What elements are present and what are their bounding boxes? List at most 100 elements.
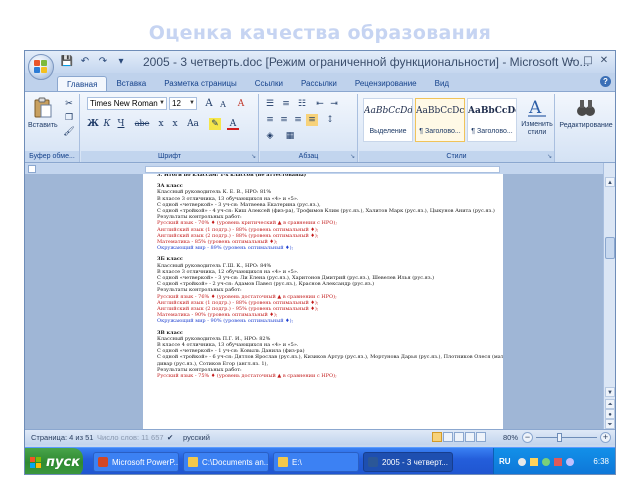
zoom-slider[interactable]: [536, 437, 597, 438]
tab-home[interactable]: Главная: [57, 76, 108, 91]
zoom-out-icon[interactable]: −: [522, 432, 533, 443]
browse-object-icon[interactable]: ●: [605, 409, 615, 419]
styles-group: AaBbCcDd Выделение AaBbCcDc ¶ Заголово..…: [359, 94, 555, 162]
tab-view[interactable]: Вид: [426, 76, 458, 91]
bullets-icon[interactable]: ☰: [264, 98, 276, 110]
taskbar-item-powerpoint[interactable]: Microsoft PowerP...: [93, 452, 179, 472]
taskbar-item-documents-folder[interactable]: C:\Documents an...: [183, 452, 269, 472]
dialog-launcher-icon[interactable]: ↘: [251, 153, 256, 160]
increase-indent-icon[interactable]: ⇥: [328, 98, 340, 110]
horizontal-ruler[interactable]: [145, 166, 500, 173]
speaker-icon[interactable]: [530, 458, 538, 466]
close-button[interactable]: ✕: [597, 54, 611, 68]
bold-button[interactable]: Ж: [87, 118, 99, 130]
customize-qat-icon[interactable]: ▾: [113, 54, 129, 70]
outline-view-icon[interactable]: [465, 432, 475, 442]
office-button[interactable]: [28, 54, 54, 80]
taskbar-item-drive-e[interactable]: E:\: [273, 452, 359, 472]
tab-page-layout[interactable]: Разметка страницы: [155, 76, 246, 91]
vertical-scrollbar[interactable]: ▲ ▼ ⏶ ● ⏷: [603, 163, 615, 429]
tray-app-icon[interactable]: [566, 458, 574, 466]
font-color-button[interactable]: A: [227, 118, 239, 130]
tab-selector[interactable]: [28, 165, 36, 173]
next-page-icon[interactable]: ⏷: [605, 419, 615, 429]
format-painter-icon[interactable]: 🖌: [63, 126, 75, 138]
styles-group-label: Стили: [359, 151, 554, 162]
folder-icon: [278, 457, 288, 467]
tab-review[interactable]: Рецензирование: [346, 76, 426, 91]
minimize-button[interactable]: –: [565, 54, 579, 68]
document-page[interactable]: 3. Итоги по классам: 1-х классов (не атт…: [143, 174, 503, 429]
paste-button[interactable]: Вставить: [28, 97, 58, 130]
maximize-button[interactable]: □: [581, 54, 595, 68]
help-icon[interactable]: ?: [600, 76, 611, 87]
shrink-font-button[interactable]: A: [217, 99, 229, 111]
style-heading-2[interactable]: AaBbCcDc ¶ Заголово...: [467, 98, 517, 142]
tab-insert[interactable]: Вставка: [107, 76, 155, 91]
underline-button[interactable]: Ч: [115, 118, 127, 130]
dialog-launcher-icon[interactable]: ↘: [547, 153, 552, 160]
zoom-level[interactable]: 80%: [503, 433, 518, 442]
draft-view-icon[interactable]: [476, 432, 486, 442]
taskbar: пуск Microsoft PowerP... C:\Documents an…: [25, 447, 615, 474]
align-center-icon[interactable]: ≡: [278, 114, 290, 126]
highlight-icon[interactable]: ✎: [209, 118, 221, 130]
document-area: 3. Итоги по классам: 1-х классов (не атт…: [25, 174, 605, 429]
cut-icon[interactable]: ✂: [63, 98, 75, 110]
grow-font-button[interactable]: A: [203, 98, 215, 110]
scroll-down-icon[interactable]: ▼: [605, 387, 615, 397]
align-right-icon[interactable]: ≡: [292, 114, 304, 126]
style-heading-1[interactable]: AaBbCcDc ¶ Заголово...: [415, 98, 465, 142]
editing-button[interactable]: Редактирование: [559, 97, 613, 130]
save-icon[interactable]: 💾: [59, 54, 75, 70]
redo-icon[interactable]: ↷: [95, 54, 111, 70]
network-icon[interactable]: [518, 458, 526, 466]
font-name-combo[interactable]: Times New Roman ▼: [87, 97, 167, 110]
word-count[interactable]: Число слов: 11 657: [97, 433, 164, 442]
full-screen-view-icon[interactable]: [443, 432, 453, 442]
numbering-icon[interactable]: ≡: [280, 98, 292, 110]
multilevel-list-icon[interactable]: ☷: [296, 98, 308, 110]
align-left-icon[interactable]: ≡: [264, 114, 276, 126]
dialog-launcher-icon[interactable]: ↘: [350, 153, 355, 160]
subscript-button[interactable]: x: [155, 118, 167, 130]
quick-access-toolbar: 💾 ↶ ↷ ▾: [59, 54, 129, 70]
office-logo-icon: [34, 60, 48, 74]
web-layout-view-icon[interactable]: [454, 432, 464, 442]
update-icon[interactable]: [554, 458, 562, 466]
clear-format-button[interactable]: A: [235, 98, 247, 110]
tab-references[interactable]: Ссылки: [246, 76, 292, 91]
copy-icon[interactable]: ❐: [63, 112, 75, 124]
change-styles-button[interactable]: A Изменить стили: [521, 96, 553, 137]
shading-icon[interactable]: ◈: [264, 130, 276, 142]
undo-icon[interactable]: ↶: [77, 54, 93, 70]
style-emphasis[interactable]: AaBbCcDd Выделение: [363, 98, 413, 142]
scroll-up-icon[interactable]: ▲: [605, 177, 615, 187]
security-icon[interactable]: [542, 458, 550, 466]
word-window: 💾 ↶ ↷ ▾ 2005 - 3 четверть.doc [Режим огр…: [24, 50, 616, 475]
window-title: 2005 - 3 четверть.doc [Режим ограниченно…: [143, 55, 590, 69]
font-size-combo[interactable]: 12 ▼: [169, 97, 197, 110]
print-layout-view-icon[interactable]: [432, 432, 442, 442]
decrease-indent-icon[interactable]: ⇤: [314, 98, 326, 110]
language-indicator[interactable]: русский: [183, 433, 210, 442]
previous-page-icon[interactable]: ⏶: [605, 399, 615, 409]
italic-button[interactable]: К: [101, 118, 113, 130]
superscript-button[interactable]: x: [169, 118, 181, 130]
proofing-icon[interactable]: ✔: [167, 433, 173, 442]
document-line: 3. Итоги по классам: 1-х классов (не атт…: [157, 174, 307, 178]
zoom-slider-thumb[interactable]: [556, 433, 562, 442]
justify-icon[interactable]: ≡: [306, 114, 318, 126]
taskbar-item-word-document[interactable]: 2005 - 3 четверт...: [363, 452, 453, 472]
line-spacing-icon[interactable]: ↕: [324, 114, 336, 126]
zoom-in-icon[interactable]: +: [600, 432, 611, 443]
scroll-thumb[interactable]: [605, 237, 615, 259]
change-case-button[interactable]: Aa: [185, 118, 201, 130]
start-button[interactable]: пуск: [25, 448, 83, 474]
keyboard-language[interactable]: RU: [499, 457, 511, 466]
borders-icon[interactable]: ▦: [284, 130, 296, 142]
page-count[interactable]: Страница: 4 из 51: [31, 433, 93, 442]
tab-mailings[interactable]: Рассылки: [292, 76, 346, 91]
window-controls: – □ ✕: [565, 54, 611, 68]
strikethrough-button[interactable]: abe: [133, 118, 151, 130]
